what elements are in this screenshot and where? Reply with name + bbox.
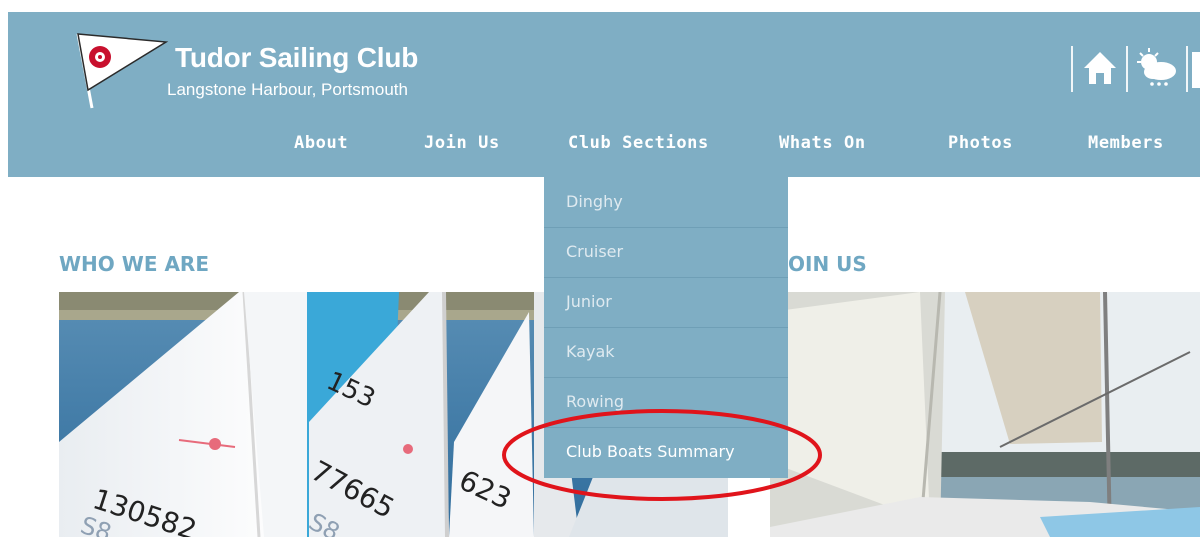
divider	[1126, 46, 1128, 92]
divider	[1071, 46, 1073, 92]
club-flag-logo[interactable]	[70, 30, 170, 110]
club-sections-dropdown: Dinghy Cruiser Junior Kayak Rowing Club …	[544, 177, 788, 478]
dropdown-item-rowing[interactable]: Rowing	[544, 377, 788, 427]
who-we-are-heading: WHO WE ARE	[59, 252, 209, 276]
dropdown-item-club-boats-summary[interactable]: Club Boats Summary	[544, 427, 788, 477]
nav-join-us[interactable]: Join Us	[424, 133, 500, 153]
dropdown-item-kayak[interactable]: Kayak	[544, 327, 788, 377]
divider	[1186, 46, 1188, 92]
nav-photos[interactable]: Photos	[948, 133, 1013, 153]
dropdown-item-junior[interactable]: Junior	[544, 277, 788, 327]
more-icon[interactable]	[1192, 52, 1200, 88]
dropdown-item-dinghy[interactable]: Dinghy	[544, 177, 788, 227]
nav-whats-on[interactable]: Whats On	[779, 133, 866, 153]
home-icon[interactable]	[1080, 46, 1120, 90]
weather-icon[interactable]	[1134, 46, 1180, 90]
nav-club-sections[interactable]: Club Sections	[568, 133, 709, 153]
join-us-heading: OIN US	[788, 252, 867, 276]
cruiser-photo	[770, 292, 1200, 537]
site-subtitle: Langstone Harbour, Portsmouth	[167, 80, 408, 99]
dropdown-item-cruiser[interactable]: Cruiser	[544, 227, 788, 277]
nav-members[interactable]: Members	[1088, 133, 1164, 153]
site-title[interactable]: Tudor Sailing Club	[175, 42, 418, 74]
nav-about[interactable]: About	[294, 133, 348, 153]
